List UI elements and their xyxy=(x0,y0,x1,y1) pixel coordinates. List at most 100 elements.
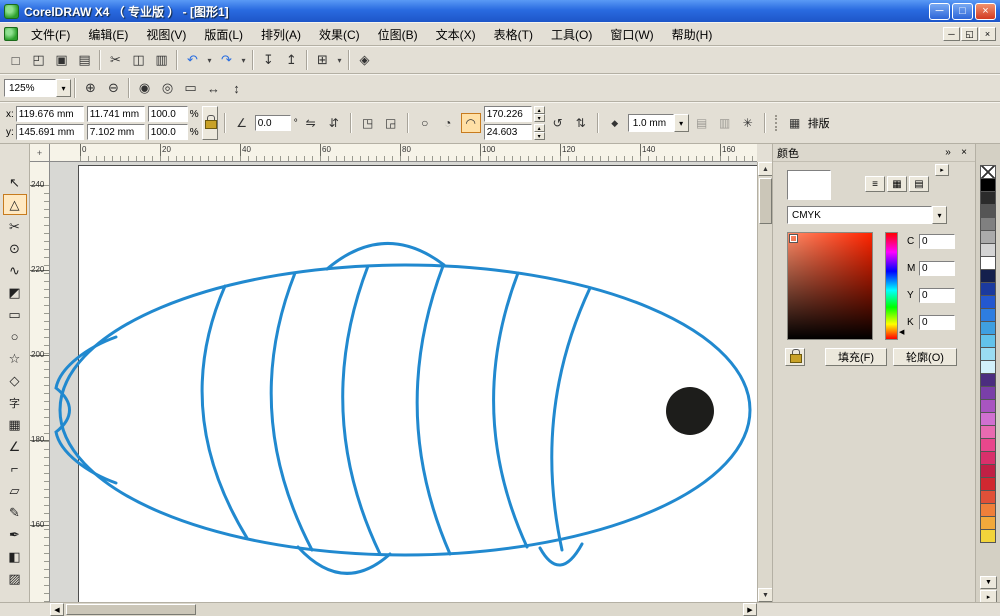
palette-swatch-14[interactable] xyxy=(980,347,996,361)
zoom-level-combo[interactable]: 125% ▾ xyxy=(4,79,71,97)
print-icon[interactable]: ▤ xyxy=(73,49,96,71)
minimize-button[interactable]: ─ xyxy=(929,3,950,20)
zoom-all-objects-icon[interactable]: ◎ xyxy=(156,77,179,99)
palette-swatch-15[interactable] xyxy=(980,360,996,374)
menu-help[interactable]: 帮助(H) xyxy=(663,23,722,46)
fish-stripe[interactable] xyxy=(271,273,312,550)
ellipse-shape-icon[interactable]: ○ xyxy=(415,113,435,133)
menu-bitmaps[interactable]: 位图(B) xyxy=(369,23,427,46)
menu-effects[interactable]: 效果(C) xyxy=(310,23,369,46)
fill-button[interactable]: 填充(F) xyxy=(825,348,887,366)
palette-swatch-2[interactable] xyxy=(980,191,996,205)
zoom-tool-icon[interactable]: ⊙ xyxy=(3,238,27,259)
palette-swatch-20[interactable] xyxy=(980,425,996,439)
palette-swatch-5[interactable] xyxy=(980,230,996,244)
fish-stripe[interactable] xyxy=(494,273,527,547)
export-icon[interactable]: ↥ xyxy=(280,49,303,71)
interactive-fill-tool-icon[interactable]: ▨ xyxy=(3,568,27,589)
palette-swatch-17[interactable] xyxy=(980,386,996,400)
palette-swatch-11[interactable] xyxy=(980,308,996,322)
palette-swatch-none[interactable] xyxy=(980,165,996,179)
fish-drawing[interactable] xyxy=(50,162,757,602)
palette-swatch-25[interactable] xyxy=(980,490,996,504)
palette-swatch-24[interactable] xyxy=(980,477,996,491)
palette-swatch-7[interactable] xyxy=(980,256,996,270)
scale-x-field[interactable] xyxy=(148,106,188,122)
color-palettes-icon[interactable]: ▤ xyxy=(909,176,929,192)
docker-close-icon[interactable]: × xyxy=(956,146,972,160)
swap-direction-icon[interactable]: ⇅ xyxy=(571,113,591,133)
palette-swatch-8[interactable] xyxy=(980,269,996,283)
object-height-field[interactable] xyxy=(87,124,145,140)
arc-start-spin-up-icon[interactable]: ▴ xyxy=(534,106,545,114)
mirror-horizontal-icon[interactable]: ⇋ xyxy=(301,113,321,133)
arc-start-spin-down-icon[interactable]: ▾ xyxy=(534,114,545,122)
text-tool-icon[interactable]: 字 xyxy=(3,392,27,413)
menu-window[interactable]: 窗口(W) xyxy=(601,23,662,46)
palette-swatch-27[interactable] xyxy=(980,516,996,530)
prop-misc-icon-2[interactable]: ◲ xyxy=(381,113,401,133)
redo-icon[interactable]: ↷ xyxy=(215,49,238,71)
vertical-ruler[interactable]: 240 220 200 180 160 xyxy=(30,162,50,602)
palette-swatch-13[interactable] xyxy=(980,334,996,348)
scroll-left-icon[interactable]: ◀ xyxy=(50,603,64,616)
rotation-angle-field[interactable] xyxy=(255,115,291,131)
dimension-tool-icon[interactable]: ∠ xyxy=(3,436,27,457)
zoom-page-width-icon[interactable]: ↔ xyxy=(202,77,225,99)
polygon-tool-icon[interactable]: ☆ xyxy=(3,348,27,369)
fill-tool-icon[interactable]: ◧ xyxy=(3,546,27,567)
application-launcher-icon[interactable]: ⊞ xyxy=(311,49,334,71)
palette-swatch-18[interactable] xyxy=(980,399,996,413)
outline-button[interactable]: 轮廓(O) xyxy=(893,348,957,366)
fish-stripe[interactable] xyxy=(417,266,450,554)
fish-stripe[interactable] xyxy=(552,288,590,550)
paste-icon[interactable]: ▥ xyxy=(150,49,173,71)
save-icon[interactable]: ▣ xyxy=(50,49,73,71)
ruler-origin-button[interactable]: + xyxy=(30,144,50,162)
palette-swatch-22[interactable] xyxy=(980,451,996,465)
application-launcher-dropdown-icon[interactable]: ▾ xyxy=(334,49,345,71)
color-viewers-icon[interactable]: ▦ xyxy=(887,176,907,192)
palette-swatch-26[interactable] xyxy=(980,503,996,517)
scroll-up-icon[interactable]: ▲ xyxy=(758,162,773,176)
palette-scroll-down-icon[interactable]: ▼ xyxy=(980,576,997,589)
palette-swatch-23[interactable] xyxy=(980,464,996,478)
palette-swatch-19[interactable] xyxy=(980,412,996,426)
zoom-page-height-icon[interactable]: ↕ xyxy=(225,77,248,99)
color-sliders-icon[interactable]: ≡ xyxy=(865,176,885,192)
palette-swatch-12[interactable] xyxy=(980,321,996,335)
palette-swatch-10[interactable] xyxy=(980,295,996,309)
zoom-page-icon[interactable]: ▭ xyxy=(179,77,202,99)
connector-tool-icon[interactable]: ⌐ xyxy=(3,458,27,479)
rectangle-tool-icon[interactable]: ▭ xyxy=(3,304,27,325)
undo-dropdown-icon[interactable]: ▾ xyxy=(204,49,215,71)
outline-pen-tool-icon[interactable]: ✒ xyxy=(3,524,27,545)
cyan-field[interactable] xyxy=(919,234,955,249)
outline-width-dropdown-icon[interactable]: ▾ xyxy=(674,114,689,132)
black-field[interactable] xyxy=(919,315,955,330)
magenta-field[interactable] xyxy=(919,261,955,276)
outline-width-combo[interactable]: 1.0 mm ▾ xyxy=(628,114,689,132)
maximize-button[interactable]: □ xyxy=(952,3,973,20)
object-width-field[interactable] xyxy=(87,106,145,122)
redo-dropdown-icon[interactable]: ▾ xyxy=(238,49,249,71)
zoom-out-icon[interactable]: ⊖ xyxy=(102,77,125,99)
palette-swatch-6[interactable] xyxy=(980,243,996,257)
vertical-scrollbar[interactable]: ▲ ▼ xyxy=(757,162,772,602)
undo-icon[interactable]: ↶ xyxy=(181,49,204,71)
import-icon[interactable]: ↧ xyxy=(257,49,280,71)
pie-shape-icon[interactable]: ◔ xyxy=(438,113,458,133)
fish-stripe[interactable] xyxy=(202,286,247,538)
zoom-selected-icon[interactable]: ◉ xyxy=(133,77,156,99)
docker-flyout-icon[interactable]: ▸ xyxy=(935,164,949,176)
doc-restore-button[interactable]: ◱ xyxy=(961,27,978,41)
close-button[interactable]: × xyxy=(975,3,996,20)
palette-swatch-21[interactable] xyxy=(980,438,996,452)
menu-edit[interactable]: 编辑(E) xyxy=(79,23,137,46)
settings-gear-icon[interactable]: ✳ xyxy=(738,113,758,133)
copy-icon[interactable]: ◫ xyxy=(127,49,150,71)
scroll-down-icon[interactable]: ▼ xyxy=(758,588,773,602)
freehand-tool-icon[interactable]: ∿ xyxy=(3,260,27,281)
toolbar-grip[interactable] xyxy=(775,115,779,131)
color-lock-button[interactable] xyxy=(785,348,805,366)
